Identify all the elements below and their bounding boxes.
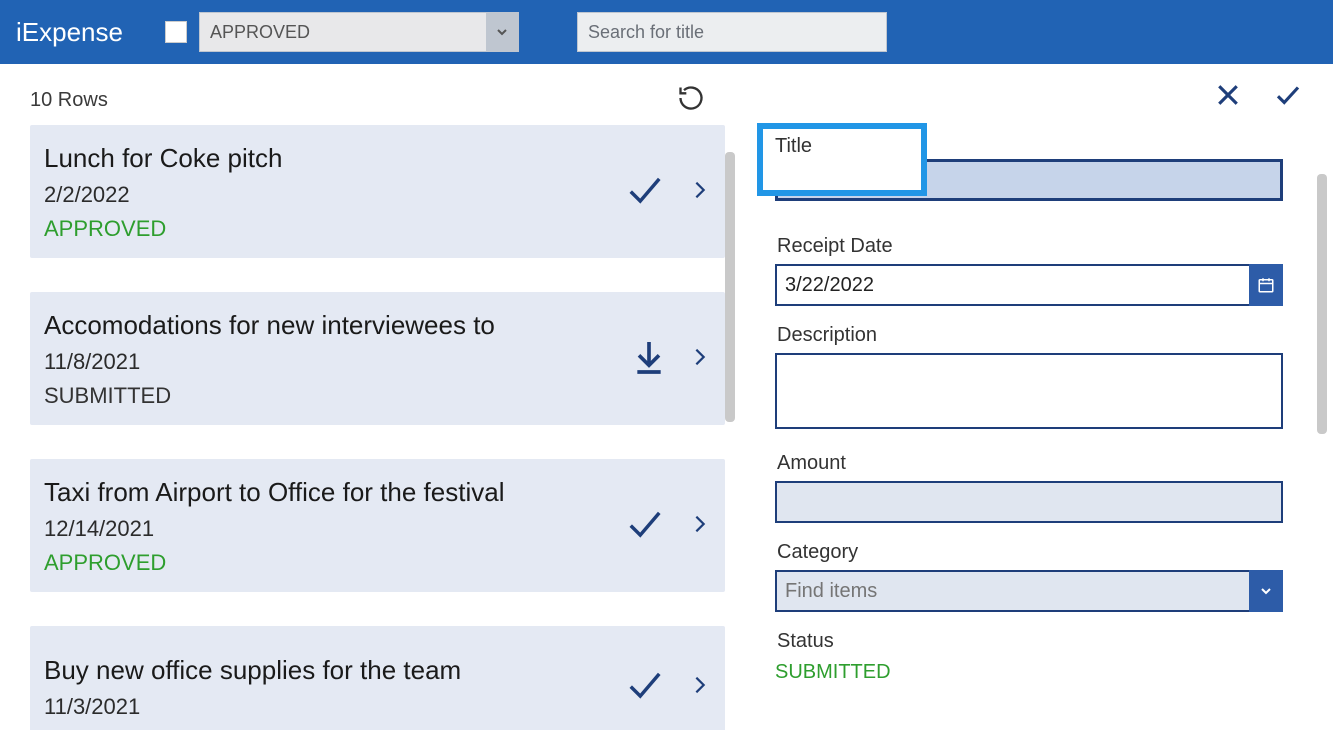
filter-checkbox[interactable] xyxy=(165,21,187,43)
expense-status: APPROVED xyxy=(44,216,282,242)
amount-input[interactable] xyxy=(775,481,1283,523)
chevron-right-icon xyxy=(689,173,711,207)
calendar-icon xyxy=(1257,276,1275,294)
chevron-down-icon xyxy=(1258,583,1274,599)
status-filter-dropdown[interactable]: APPROVED xyxy=(199,12,519,52)
expense-form-panel: Title Receipt Date Description Amount xyxy=(735,64,1333,730)
expense-card[interactable]: Taxi from Airport to Office for the fest… xyxy=(30,459,725,592)
open-detail-button[interactable] xyxy=(689,668,711,707)
expense-title: Taxi from Airport to Office for the fest… xyxy=(44,477,504,508)
open-detail-button[interactable] xyxy=(689,507,711,546)
approve-icon xyxy=(621,171,669,209)
description-label: Description xyxy=(775,324,1305,347)
expense-status: APPROVED xyxy=(44,550,504,576)
expense-date: 2/2/2022 xyxy=(44,182,282,208)
category-input[interactable] xyxy=(775,570,1283,612)
expense-date: 12/14/2021 xyxy=(44,516,504,542)
card-action-button[interactable] xyxy=(621,505,669,548)
description-input[interactable] xyxy=(775,353,1283,429)
description-field-group: Description xyxy=(775,324,1305,434)
date-label: Receipt Date xyxy=(775,235,1305,258)
approve-icon xyxy=(621,505,669,543)
dropdown-toggle[interactable] xyxy=(486,12,518,52)
check-icon xyxy=(1271,80,1305,110)
card-action-button[interactable] xyxy=(629,335,669,384)
search-input[interactable] xyxy=(577,12,887,52)
expense-title: Accomodations for new interviewees to xyxy=(44,310,495,341)
form-actions xyxy=(775,80,1305,115)
title-label: Title xyxy=(773,135,911,158)
status-label: Status xyxy=(775,630,1305,653)
download-icon xyxy=(629,335,669,379)
expense-status: SUBMITTED xyxy=(44,383,495,409)
confirm-button[interactable] xyxy=(1271,80,1305,115)
date-field-group: Receipt Date xyxy=(775,235,1305,306)
category-field-group: Category xyxy=(775,541,1305,612)
title-highlight-box: Title xyxy=(757,123,927,196)
cancel-button[interactable] xyxy=(1213,80,1243,115)
expense-list-panel: 10 Rows Lunch for Coke pitch 2/2/2022 AP… xyxy=(0,64,735,730)
app-title: iExpense xyxy=(16,17,123,48)
title-field-group: Title xyxy=(775,123,1305,209)
list-scrollbar[interactable] xyxy=(725,152,735,422)
card-action-button[interactable] xyxy=(621,666,669,709)
status-filter-value: APPROVED xyxy=(210,22,310,43)
expense-date: 11/3/2021 xyxy=(44,694,461,720)
expense-title: Buy new office supplies for the team xyxy=(44,655,461,686)
main-content: 10 Rows Lunch for Coke pitch 2/2/2022 AP… xyxy=(0,64,1333,730)
amount-label: Amount xyxy=(775,452,1305,475)
expense-card[interactable]: Lunch for Coke pitch 2/2/2022 APPROVED xyxy=(30,125,725,258)
chevron-down-icon xyxy=(494,24,510,40)
open-detail-button[interactable] xyxy=(689,173,711,212)
chevron-right-icon xyxy=(689,507,711,541)
list-header: 10 Rows xyxy=(30,84,725,117)
close-icon xyxy=(1213,80,1243,110)
receipt-date-input[interactable] xyxy=(775,264,1283,306)
date-picker-button[interactable] xyxy=(1249,264,1283,306)
approve-icon xyxy=(621,666,669,704)
expense-card[interactable]: Buy new office supplies for the team 11/… xyxy=(30,626,725,730)
expense-card[interactable]: Accomodations for new interviewees to 11… xyxy=(30,292,725,425)
status-field-group: Status SUBMITTED xyxy=(775,630,1305,684)
expense-date: 11/8/2021 xyxy=(44,349,495,375)
status-value: SUBMITTED xyxy=(775,659,1305,684)
category-dropdown-button[interactable] xyxy=(1249,570,1283,612)
row-count-label: 10 Rows xyxy=(30,89,108,112)
refresh-button[interactable] xyxy=(677,84,705,117)
expense-list: Lunch for Coke pitch 2/2/2022 APPROVED A… xyxy=(30,125,725,730)
form-scrollbar[interactable] xyxy=(1317,174,1327,434)
amount-field-group: Amount xyxy=(775,452,1305,523)
chevron-right-icon xyxy=(689,340,711,374)
card-action-button[interactable] xyxy=(621,171,669,214)
chevron-right-icon xyxy=(689,668,711,702)
top-bar: iExpense APPROVED xyxy=(0,0,1333,64)
expense-title: Lunch for Coke pitch xyxy=(44,143,282,174)
open-detail-button[interactable] xyxy=(689,340,711,379)
refresh-icon xyxy=(677,84,705,112)
category-label: Category xyxy=(775,541,1305,564)
